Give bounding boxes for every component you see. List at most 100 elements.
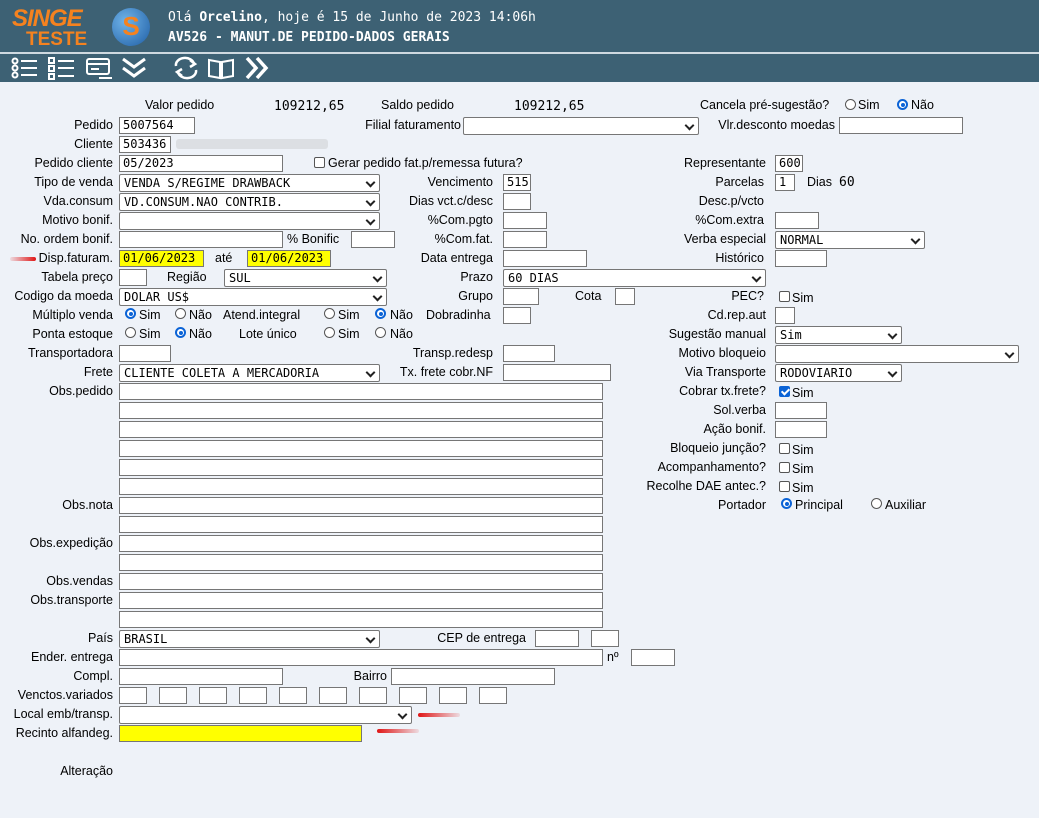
lote-nao-radio[interactable] (375, 327, 386, 338)
via-transporte-select[interactable]: RODOVIARIO (775, 364, 902, 382)
cep-entrega-input-2[interactable] (591, 630, 619, 647)
vencto-input-1[interactable] (119, 687, 147, 704)
filial-faturamento-select[interactable] (463, 117, 699, 135)
dias-vct-desc-input[interactable] (503, 193, 531, 210)
local-emb-select[interactable] (119, 706, 412, 724)
chevron-down-double-icon[interactable] (120, 56, 148, 80)
dias-value: 60 (839, 175, 855, 190)
gerar-pedido-fat-checkbox[interactable] (314, 157, 325, 168)
grupo-input[interactable] (503, 288, 539, 305)
no-ordem-bonif-input[interactable] (119, 231, 283, 248)
recinto-alfandeg-input[interactable] (119, 725, 362, 742)
cobrar-tx-frete-checkbox[interactable] (779, 386, 790, 397)
cancela-sim-radio[interactable] (845, 99, 856, 110)
motivo-bloqueio-select[interactable] (775, 345, 1019, 363)
compl-input[interactable] (119, 668, 283, 685)
atend-nao-radio[interactable] (375, 308, 386, 319)
pec-checkbox[interactable] (779, 291, 790, 302)
regiao-select[interactable]: SUL (224, 269, 387, 287)
obs-pedido-line-4[interactable] (119, 440, 603, 457)
lote-sim-radio[interactable] (324, 327, 335, 338)
vencto-input-5[interactable] (279, 687, 307, 704)
obs-pedido-line-3[interactable] (119, 421, 603, 438)
vencto-input-8[interactable] (399, 687, 427, 704)
vencto-input-7[interactable] (359, 687, 387, 704)
cd-rep-aut-input[interactable] (775, 307, 795, 324)
obs-expedicao-line-2[interactable] (119, 554, 603, 571)
pais-select[interactable]: BRASIL (119, 630, 380, 648)
obs-pedido-line-2[interactable] (119, 402, 603, 419)
acompanhamento-checkbox[interactable] (779, 462, 790, 473)
refresh-icon[interactable] (172, 56, 200, 80)
com-pgto-input[interactable] (503, 212, 547, 229)
portador-principal-radio[interactable] (781, 498, 792, 509)
portador-auxiliar-radio[interactable] (871, 498, 882, 509)
numero-input[interactable] (631, 649, 675, 666)
parcelas-input[interactable]: 1 (775, 174, 795, 191)
tx-frete-cobr-nf-input[interactable] (503, 364, 611, 381)
verba-especial-select[interactable]: NORMAL (775, 231, 925, 249)
vda-consum-select[interactable]: VD.CONSUM.NAO CONTRIB. (119, 193, 380, 211)
vencto-input-3[interactable] (199, 687, 227, 704)
obs-transporte-line-2[interactable] (119, 611, 603, 628)
vlr-desconto-moedas-input[interactable] (839, 117, 963, 134)
frete-select[interactable]: CLIENTE COLETA A MERCADORIA (119, 364, 380, 382)
com-fat-input[interactable] (503, 231, 547, 248)
vencto-input-10[interactable] (479, 687, 507, 704)
data-entrega-input[interactable] (503, 250, 587, 267)
transp-redesp-input[interactable] (503, 345, 555, 362)
recolhe-dae-checkbox[interactable] (779, 481, 790, 492)
disp-faturam-to-input[interactable]: 01/06/2023 (247, 250, 331, 267)
obs-transporte-line-1[interactable] (119, 592, 603, 609)
pct-bonific-input[interactable] (351, 231, 395, 248)
representante-input[interactable]: 600 (775, 155, 803, 172)
chevron-right-double-icon[interactable] (243, 56, 271, 80)
acao-bonif-input[interactable] (775, 421, 827, 438)
motivo-bonif-select[interactable] (119, 212, 380, 230)
vencto-input-2[interactable] (159, 687, 187, 704)
book-icon[interactable] (207, 56, 235, 80)
atend-sim-radio[interactable] (324, 308, 335, 319)
obs-nota-line-1[interactable] (119, 497, 603, 514)
card-icon[interactable] (85, 56, 113, 80)
sugestao-manual-select[interactable]: Sim (775, 326, 902, 344)
com-extra-input[interactable] (775, 212, 819, 229)
codigo-moeda-select[interactable]: DOLAR US$ (119, 288, 387, 306)
obs-expedicao-line-1[interactable] (119, 535, 603, 552)
vencto-input-6[interactable] (319, 687, 347, 704)
bloqueio-juncao-checkbox[interactable] (779, 443, 790, 454)
obs-vendas-input[interactable] (119, 573, 603, 590)
vencto-input-9[interactable] (439, 687, 467, 704)
list-icon[interactable] (10, 56, 38, 80)
multiplo-nao-radio[interactable] (175, 308, 186, 319)
cliente-input[interactable]: 503436 (119, 136, 171, 153)
dobradinha-input[interactable] (503, 307, 531, 324)
obs-pedido-line-6[interactable] (119, 478, 603, 495)
prazo-select[interactable]: 60 DIAS (503, 269, 766, 287)
vencimento-input[interactable]: 515 (503, 174, 531, 191)
multiplo-sim-radio[interactable] (125, 308, 136, 319)
cota-input[interactable] (615, 288, 635, 305)
pedido-input[interactable]: 5007564 (119, 117, 195, 134)
ponta-nao-radio[interactable] (175, 327, 186, 338)
obs-pedido-line-5[interactable] (119, 459, 603, 476)
ender-entrega-input[interactable] (119, 649, 603, 666)
vencto-input-4[interactable] (239, 687, 267, 704)
obs-nota-line-2[interactable] (119, 516, 603, 533)
tabela-preco-input[interactable] (119, 269, 147, 286)
recolhe-dae-sim-label: Sim (792, 481, 814, 495)
bairro-input[interactable] (391, 668, 555, 685)
multiplo-nao-label: Não (189, 308, 212, 322)
disp-faturam-from-input[interactable]: 01/06/2023 (119, 250, 204, 267)
pedido-cliente-input[interactable]: 05/2023 (119, 155, 283, 172)
sol-verba-input[interactable] (775, 402, 827, 419)
checklist-icon[interactable] (47, 56, 75, 80)
ponta-sim-radio[interactable] (125, 327, 136, 338)
historico-input[interactable] (775, 250, 827, 267)
transportadora-input[interactable] (119, 345, 171, 362)
tipo-venda-select[interactable]: VENDA S/REGIME DRAWBACK (119, 174, 380, 192)
pec-sim-label: Sim (792, 291, 814, 305)
cep-entrega-input-1[interactable] (535, 630, 579, 647)
obs-pedido-line-1[interactable] (119, 383, 603, 400)
cancela-nao-radio[interactable] (897, 99, 908, 110)
